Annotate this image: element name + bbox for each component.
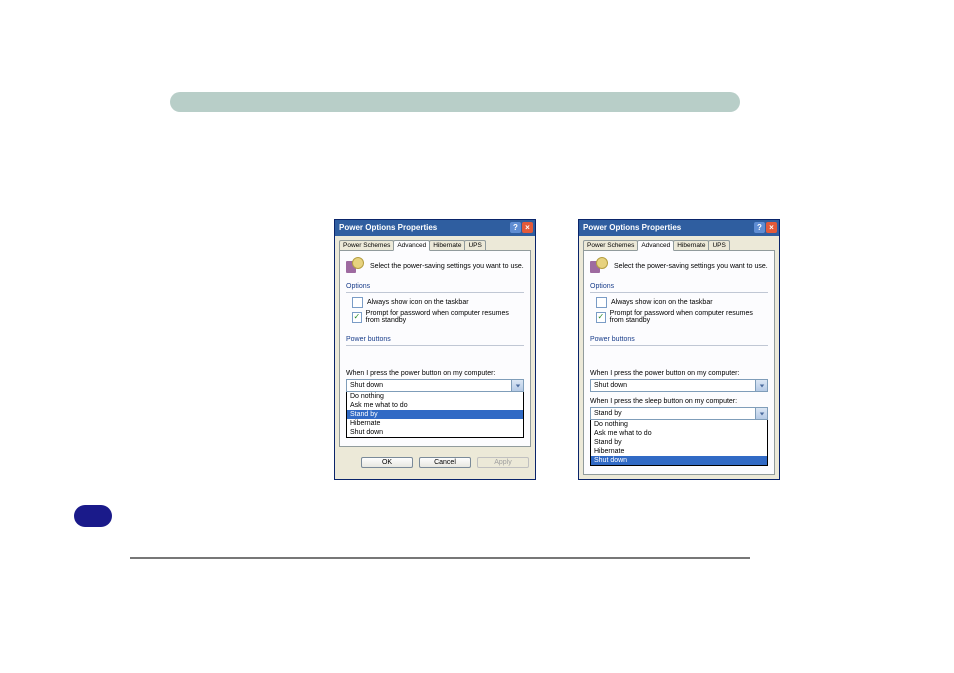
tab-ups[interactable]: UPS <box>464 240 485 250</box>
dropdown-sleep-button[interactable]: Do nothing Ask me what to do Stand by Hi… <box>590 420 768 466</box>
close-icon: × <box>769 223 774 232</box>
combo-power-button-value: Shut down <box>347 380 511 391</box>
dialog-title: Power Options Properties <box>583 223 681 232</box>
tab-power-schemes[interactable]: Power Schemes <box>339 240 394 250</box>
combo-dropdown-button[interactable] <box>755 408 767 419</box>
cancel-button[interactable]: Cancel <box>419 457 471 468</box>
ok-button[interactable]: OK <box>361 457 413 468</box>
dropdown-option[interactable]: Do nothing <box>347 392 523 401</box>
dropdown-option[interactable]: Stand by <box>591 438 767 447</box>
combo-dropdown-button[interactable] <box>511 380 523 391</box>
dropdown-option-selected[interactable]: Stand by <box>347 410 523 419</box>
panel-intro-text: Select the power-saving settings you wan… <box>370 263 524 270</box>
group-label-options: Options <box>590 283 768 290</box>
checkbox-show-icon-label: Always show icon on the taskbar <box>367 299 469 306</box>
combo-dropdown-button[interactable] <box>755 380 767 391</box>
dropdown-power-button[interactable]: Do nothing Ask me what to do Stand by Hi… <box>346 392 524 438</box>
tab-power-schemes[interactable]: Power Schemes <box>583 240 638 250</box>
page-badge <box>74 505 112 527</box>
tab-ups[interactable]: UPS <box>708 240 729 250</box>
apply-button: Apply <box>477 457 529 468</box>
label-sleep-button: When I press the sleep button on my comp… <box>590 398 768 405</box>
combo-sleep-button-value: Stand by <box>591 408 755 419</box>
checkbox-show-icon-label: Always show icon on the taskbar <box>611 299 713 306</box>
combo-power-button[interactable]: Shut down <box>590 379 768 392</box>
checkbox-prompt-password-label: Prompt for password when computer resume… <box>366 310 524 324</box>
dialogs-container: Power Options Properties ? × Power Schem… <box>334 219 780 480</box>
divider <box>346 292 524 293</box>
power-options-dialog-left: Power Options Properties ? × Power Schem… <box>334 219 536 480</box>
dropdown-option[interactable]: Ask me what to do <box>591 429 767 438</box>
dropdown-option[interactable]: Hibernate <box>591 447 767 456</box>
power-options-dialog-right: Power Options Properties ? × Power Schem… <box>578 219 780 480</box>
dropdown-option[interactable]: Ask me what to do <box>347 401 523 410</box>
tab-hibernate[interactable]: Hibernate <box>429 240 465 250</box>
tab-advanced[interactable]: Advanced <box>637 240 674 251</box>
checkbox-prompt-password[interactable]: ✓ <box>352 312 362 323</box>
dropdown-option[interactable]: Do nothing <box>591 420 767 429</box>
close-button[interactable]: × <box>766 222 777 233</box>
checkbox-prompt-password[interactable]: ✓ <box>596 312 606 323</box>
chevron-down-icon <box>759 383 765 389</box>
dropdown-option[interactable]: Shut down <box>347 428 523 437</box>
label-power-button: When I press the power button on my comp… <box>346 370 524 377</box>
divider <box>346 345 524 346</box>
tab-panel-advanced: Select the power-saving settings you wan… <box>583 250 775 475</box>
tab-panel-advanced: Select the power-saving settings you wan… <box>339 250 531 447</box>
footer-divider <box>130 557 750 559</box>
dropdown-option-selected[interactable]: Shut down <box>591 456 767 465</box>
dropdown-option[interactable]: Hibernate <box>347 419 523 428</box>
checkbox-show-icon[interactable] <box>352 297 363 308</box>
panel-intro-text: Select the power-saving settings you wan… <box>614 263 768 270</box>
combo-sleep-button[interactable]: Stand by <box>590 407 768 420</box>
titlebar: Power Options Properties ? × <box>579 220 779 236</box>
help-button[interactable]: ? <box>754 222 765 233</box>
tabs-row: Power Schemes Advanced Hibernate UPS <box>339 240 531 250</box>
chevron-down-icon <box>759 411 765 417</box>
power-icon <box>590 257 608 275</box>
group-label-options: Options <box>346 283 524 290</box>
help-button[interactable]: ? <box>510 222 521 233</box>
checkbox-prompt-password-label: Prompt for password when computer resume… <box>610 310 768 324</box>
dialog-title: Power Options Properties <box>339 223 437 232</box>
tabs-row: Power Schemes Advanced Hibernate UPS <box>583 240 775 250</box>
tab-advanced[interactable]: Advanced <box>393 240 430 251</box>
divider <box>590 345 768 346</box>
combo-power-button[interactable]: Shut down <box>346 379 524 392</box>
close-icon: × <box>525 223 530 232</box>
titlebar: Power Options Properties ? × <box>335 220 535 236</box>
dialog-button-row: OK Cancel Apply <box>335 451 535 474</box>
group-label-power-buttons: Power buttons <box>346 336 524 343</box>
checkbox-show-icon[interactable] <box>596 297 607 308</box>
combo-power-button-value: Shut down <box>591 380 755 391</box>
power-icon <box>346 257 364 275</box>
label-power-button: When I press the power button on my comp… <box>590 370 768 377</box>
chevron-down-icon <box>515 383 521 389</box>
divider <box>590 292 768 293</box>
close-button[interactable]: × <box>522 222 533 233</box>
decorative-top-bar <box>170 92 740 112</box>
tab-hibernate[interactable]: Hibernate <box>673 240 709 250</box>
group-label-power-buttons: Power buttons <box>590 336 768 343</box>
